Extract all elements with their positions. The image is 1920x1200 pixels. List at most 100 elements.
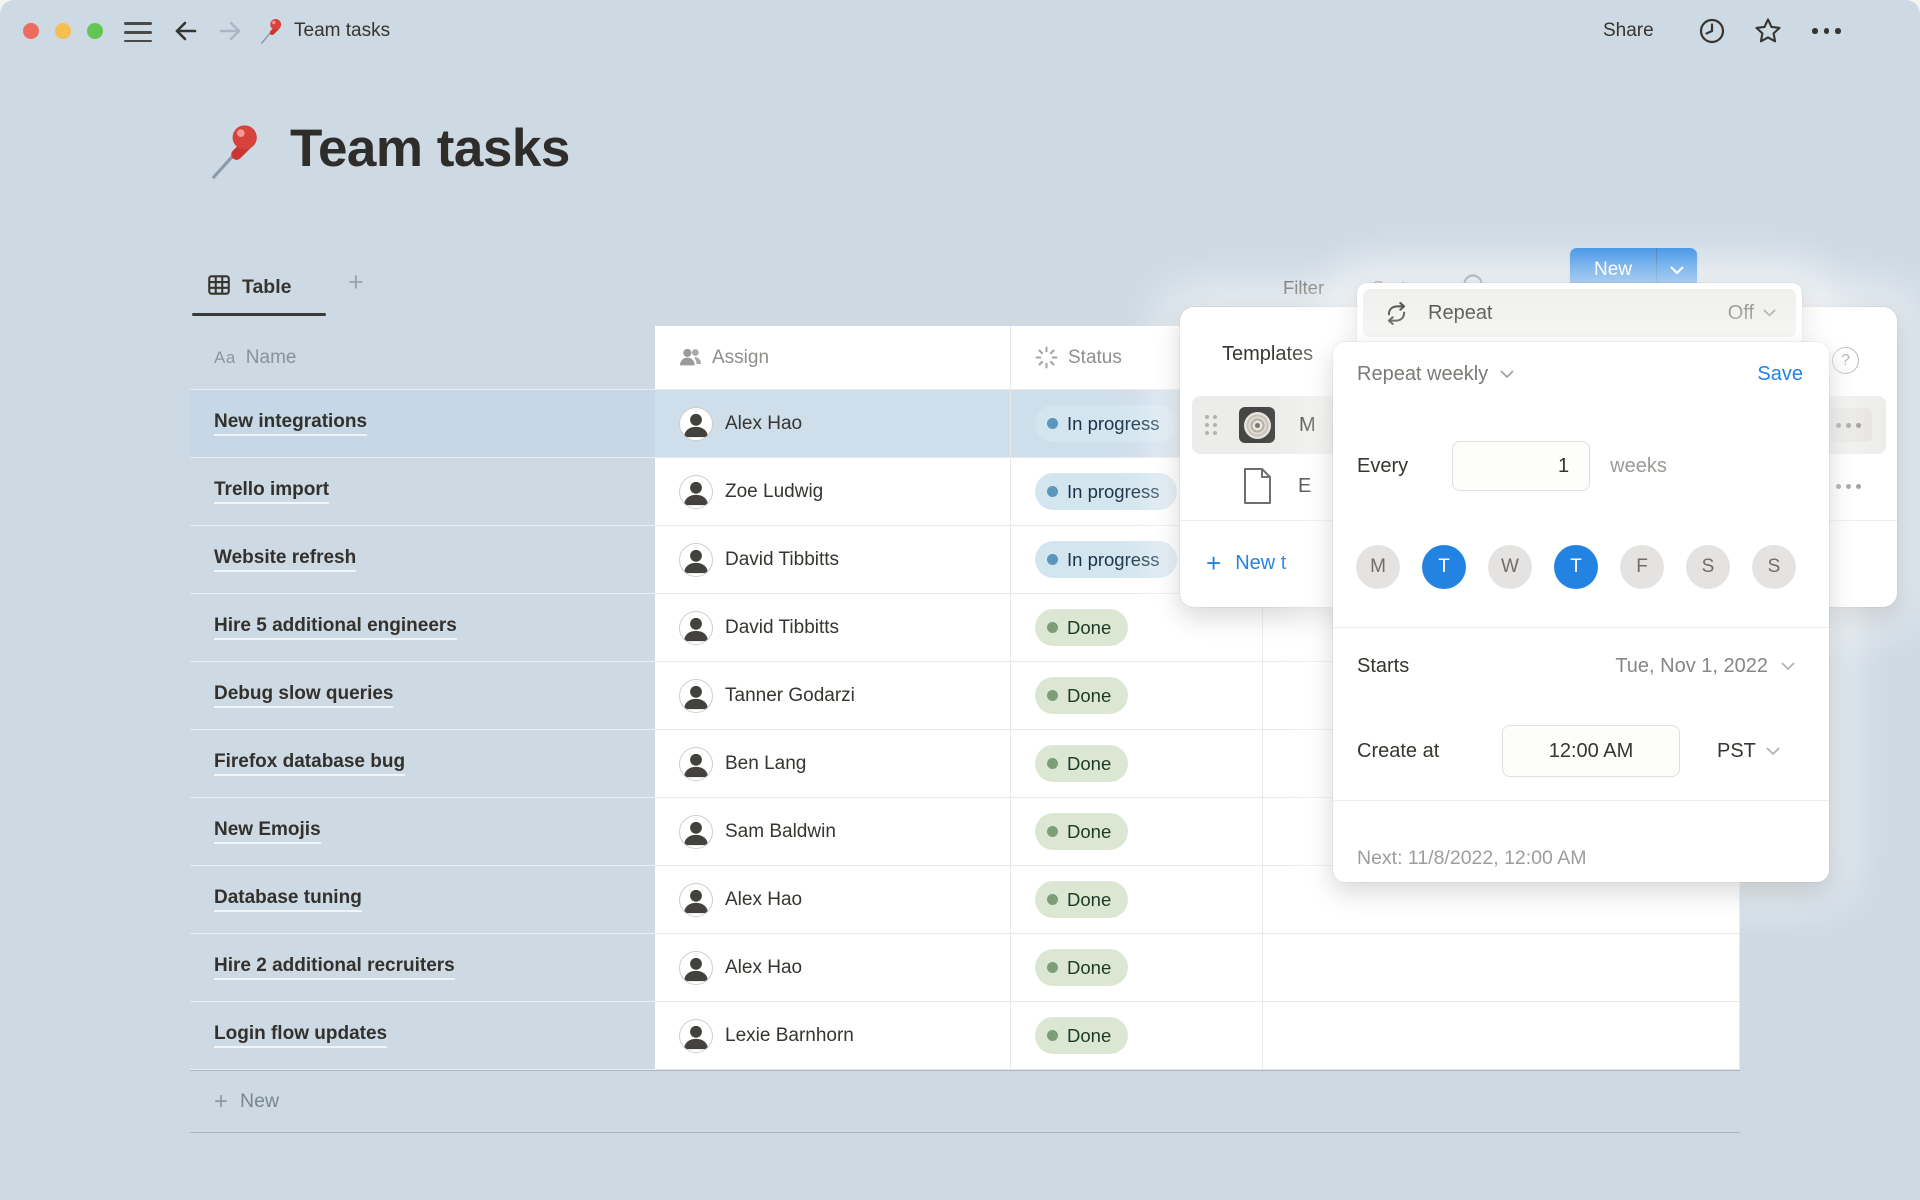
assign-cell[interactable]: Alex Hao bbox=[655, 866, 1010, 934]
traffic-zoom-button[interactable] bbox=[87, 23, 103, 39]
task-name-cell[interactable]: New Emojis bbox=[190, 798, 655, 866]
time-input[interactable] bbox=[1502, 725, 1680, 777]
task-name-cell[interactable]: New integrations bbox=[190, 390, 655, 458]
forward-arrow-icon[interactable] bbox=[216, 17, 244, 45]
back-arrow-icon[interactable] bbox=[172, 17, 200, 45]
pushpin-icon bbox=[256, 16, 286, 46]
status-badge[interactable]: Done bbox=[1035, 677, 1128, 714]
interval-input[interactable] bbox=[1452, 441, 1590, 491]
assign-cell[interactable]: Alex Hao bbox=[655, 390, 1010, 458]
repeat-menu-item[interactable]: Repeat Off bbox=[1363, 289, 1796, 337]
add-view-button[interactable]: + bbox=[348, 269, 364, 296]
template-item-menu-icon[interactable] bbox=[1824, 469, 1872, 503]
people-icon bbox=[679, 346, 702, 369]
task-name-cell[interactable]: Trello import bbox=[190, 458, 655, 526]
repeat-icon bbox=[1383, 300, 1410, 327]
status-badge[interactable]: In progress bbox=[1035, 541, 1177, 578]
status-badge[interactable]: Done bbox=[1035, 813, 1128, 850]
status-cell[interactable]: Done bbox=[1010, 1002, 1262, 1070]
filter-button[interactable]: Filter bbox=[1283, 277, 1324, 299]
status-badge[interactable]: Done bbox=[1035, 609, 1128, 646]
task-name-cell[interactable]: Hire 2 additional recruiters bbox=[190, 934, 655, 1002]
avatar bbox=[679, 679, 713, 713]
notion-window: Team tasks Share Team tasks Table + Filt… bbox=[0, 0, 1920, 1200]
column-header-assign[interactable]: Assign bbox=[655, 326, 1010, 390]
avatar bbox=[679, 951, 713, 985]
drag-handle-icon[interactable] bbox=[1205, 415, 1217, 435]
new-template-button[interactable]: + New t bbox=[1206, 547, 1286, 579]
task-name-cell[interactable]: Database tuning bbox=[190, 866, 655, 934]
next-occurrence-row: Next: 11/8/2022, 12:00 AM bbox=[1357, 844, 1586, 872]
favorite-star-icon[interactable] bbox=[1753, 16, 1783, 46]
status-cell[interactable]: Done bbox=[1010, 866, 1262, 934]
breadcrumb[interactable]: Team tasks bbox=[294, 20, 390, 42]
task-name-cell[interactable]: Firefox database bug bbox=[190, 730, 655, 798]
assign-cell[interactable]: Lexie Barnhorn bbox=[655, 1002, 1010, 1070]
status-badge[interactable]: Done bbox=[1035, 949, 1128, 986]
day-toggle-tuesday[interactable]: T bbox=[1422, 545, 1466, 589]
share-button[interactable]: Share bbox=[1603, 20, 1654, 42]
table-row[interactable]: Login flow updates Lexie Barnhorn Done bbox=[190, 1002, 1740, 1070]
template-item-label: M bbox=[1299, 414, 1316, 437]
sidebar-toggle-icon[interactable] bbox=[124, 22, 152, 42]
empty-cell[interactable] bbox=[1262, 934, 1740, 1002]
starts-label: Starts bbox=[1357, 655, 1409, 678]
frequency-select[interactable]: Repeat weekly bbox=[1357, 363, 1488, 386]
assign-cell[interactable]: Alex Hao bbox=[655, 934, 1010, 1002]
avatar bbox=[679, 475, 713, 509]
more-menu-icon[interactable] bbox=[1812, 28, 1841, 34]
status-badge[interactable]: In progress bbox=[1035, 405, 1177, 442]
every-row: Every weeks bbox=[1357, 441, 1667, 491]
assign-cell[interactable]: David Tibbitts bbox=[655, 526, 1010, 594]
text-property-icon: Aa bbox=[214, 348, 236, 368]
empty-cell[interactable] bbox=[1262, 1002, 1740, 1070]
starts-date-select[interactable]: Tue, Nov 1, 2022 bbox=[1615, 655, 1768, 678]
page-title[interactable]: Team tasks bbox=[290, 118, 570, 179]
task-name-cell[interactable]: Website refresh bbox=[190, 526, 655, 594]
status-cell[interactable]: Done bbox=[1010, 730, 1262, 798]
assign-cell[interactable]: Zoe Ludwig bbox=[655, 458, 1010, 526]
tab-table[interactable]: Table bbox=[242, 276, 291, 299]
traffic-minimize-button[interactable] bbox=[55, 23, 71, 39]
divider bbox=[1333, 800, 1829, 801]
task-name-cell[interactable]: Hire 5 additional engineers bbox=[190, 594, 655, 662]
add-row-label: New bbox=[240, 1090, 279, 1113]
column-header-name[interactable]: Aa Name bbox=[190, 326, 655, 390]
status-badge[interactable]: Done bbox=[1035, 745, 1128, 782]
day-toggle-saturday[interactable]: S bbox=[1686, 545, 1730, 589]
traffic-close-button[interactable] bbox=[23, 23, 39, 39]
table-row[interactable]: Hire 2 additional recruiters Alex Hao Do… bbox=[190, 934, 1740, 1002]
add-row-button[interactable]: + New bbox=[190, 1070, 1740, 1133]
avatar bbox=[679, 883, 713, 917]
status-badge[interactable]: Done bbox=[1035, 881, 1128, 918]
day-toggle-monday[interactable]: M bbox=[1356, 545, 1400, 589]
day-toggle-thursday[interactable]: T bbox=[1554, 545, 1598, 589]
page-icon-pushpin[interactable] bbox=[204, 120, 266, 182]
status-cell[interactable]: Done bbox=[1010, 934, 1262, 1002]
updates-clock-icon[interactable] bbox=[1698, 17, 1726, 45]
chevron-down-icon bbox=[1766, 747, 1780, 756]
frequency-row: Repeat weekly Save bbox=[1357, 356, 1803, 392]
every-unit: weeks bbox=[1610, 455, 1667, 478]
assign-cell[interactable]: Sam Baldwin bbox=[655, 798, 1010, 866]
template-item-menu-icon[interactable] bbox=[1824, 408, 1872, 442]
assign-cell[interactable]: David Tibbitts bbox=[655, 594, 1010, 662]
avatar bbox=[679, 815, 713, 849]
timezone-select[interactable]: PST bbox=[1717, 740, 1756, 763]
day-toggle-sunday[interactable]: S bbox=[1752, 545, 1796, 589]
status-cell[interactable]: Done bbox=[1010, 798, 1262, 866]
help-icon[interactable]: ? bbox=[1832, 347, 1859, 374]
weekday-picker: M T W T F S S bbox=[1356, 545, 1796, 589]
day-toggle-friday[interactable]: F bbox=[1620, 545, 1664, 589]
status-badge[interactable]: In progress bbox=[1035, 473, 1177, 510]
day-toggle-wednesday[interactable]: W bbox=[1488, 545, 1532, 589]
status-badge[interactable]: Done bbox=[1035, 1017, 1128, 1054]
task-name-cell[interactable]: Login flow updates bbox=[190, 1002, 655, 1070]
assign-cell[interactable]: Tanner Godarzi bbox=[655, 662, 1010, 730]
save-button[interactable]: Save bbox=[1757, 363, 1803, 386]
repeat-menu-value[interactable]: Off bbox=[1728, 302, 1776, 325]
status-cell[interactable]: Done bbox=[1010, 662, 1262, 730]
task-name-cell[interactable]: Debug slow queries bbox=[190, 662, 655, 730]
assign-cell[interactable]: Ben Lang bbox=[655, 730, 1010, 798]
chevron-down-icon bbox=[1763, 309, 1776, 317]
